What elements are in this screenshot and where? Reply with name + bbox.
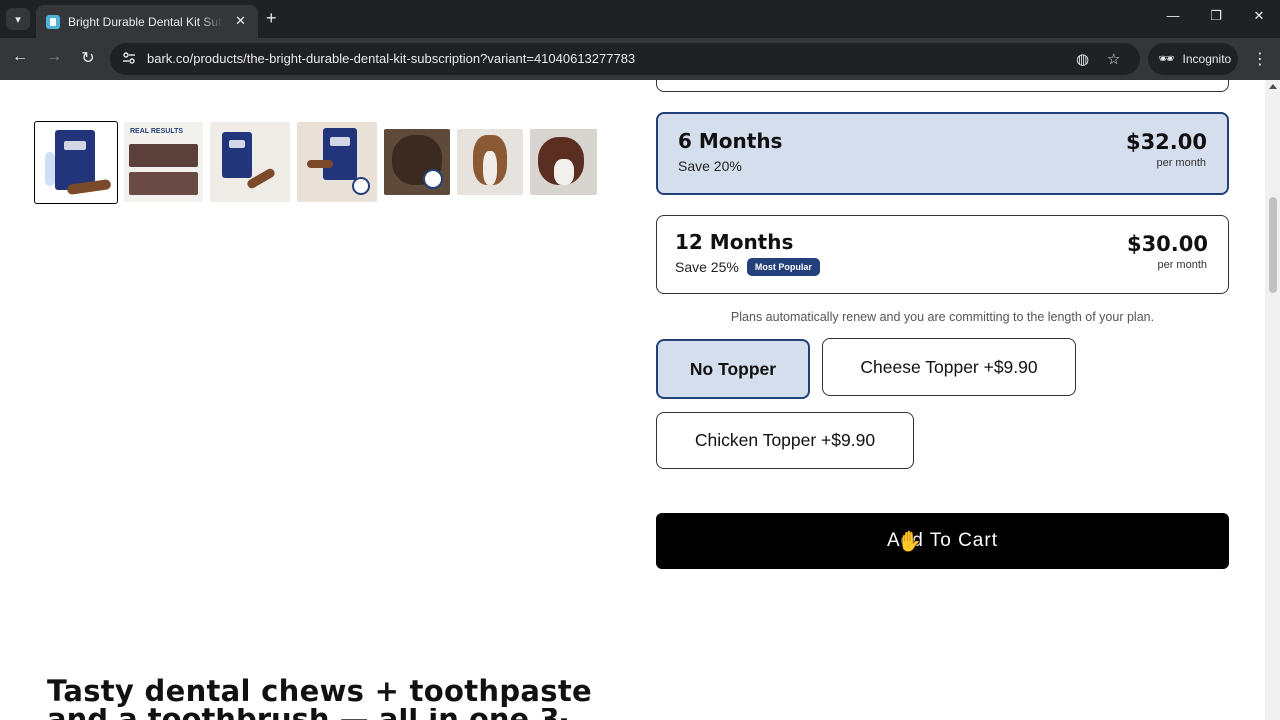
hand-cursor-icon: ✋ (897, 531, 922, 553)
url-text: bark.co/products/the-bright-durable-dent… (147, 51, 636, 66)
browser-tab-active[interactable]: Bright Durable Dental Kit Subscription ✕ (36, 5, 258, 38)
chevron-down-icon: ▾ (15, 13, 21, 26)
plan-name: 12 Months (675, 230, 794, 254)
address-bar[interactable]: bark.co/products/the-bright-durable-dent… (110, 43, 1140, 75)
renewal-notice: Plans automatically renew and you are co… (730, 310, 1155, 324)
new-tab-icon[interactable]: + (266, 8, 277, 28)
thumbnail-2[interactable]: REAL RESULTS (124, 122, 203, 202)
plan-savings: Save 20% (678, 158, 742, 174)
scroll-up-arrow-icon[interactable] (1269, 84, 1277, 89)
tab-search-button[interactable]: ▾ (6, 8, 30, 30)
browser-toolbar: ← → ↻ bark.co/products/the-bright-durabl… (0, 38, 1280, 80)
bookmark-star-icon[interactable]: ☆ (1107, 50, 1120, 68)
most-popular-badge: Most Popular (746, 258, 820, 276)
close-window-icon[interactable]: ✕ (1249, 8, 1269, 24)
kebab-menu-icon[interactable]: ⋮ (1252, 49, 1268, 69)
scrollbar-thumb[interactable] (1269, 197, 1277, 293)
plan-card-previous[interactable] (656, 80, 1229, 92)
topper-label: Cheese Topper +$9.90 (860, 356, 1038, 377)
site-info-icon[interactable] (122, 51, 136, 65)
plan-name: 6 Months (678, 129, 783, 153)
topper-option-chicken[interactable]: Chicken Topper +$9.90 (656, 412, 914, 469)
page-scrollbar[interactable] (1265, 80, 1280, 720)
reload-icon[interactable]: ↻ (77, 48, 99, 68)
thumbnail-2-caption: REAL RESULTS (130, 128, 184, 135)
thumbnail-3[interactable] (210, 122, 290, 202)
tab-strip: ▾ Bright Durable Dental Kit Subscription… (0, 0, 1280, 38)
topper-option-none[interactable]: No Topper (656, 339, 810, 399)
section-headline-line2: and a toothbrush — all in one 3-step (47, 708, 567, 720)
close-tab-icon[interactable]: ✕ (235, 13, 246, 29)
plan-price: $32.00 (1125, 130, 1207, 154)
plan-price-unit: per month (1157, 259, 1207, 271)
topper-label: Chicken Topper +$9.90 (694, 430, 876, 450)
tab-title: Bright Durable Dental Kit Subscription (68, 14, 223, 29)
thumbnail-1[interactable] (34, 121, 118, 204)
section-headline: Tasty dental chews + toothpaste (47, 674, 592, 708)
incognito-label: Incognito (1182, 52, 1232, 66)
eye-off-icon[interactable]: ◍ (1076, 50, 1089, 68)
plan-card-6-months[interactable]: 6 Months Save 20% $32.00 per month (656, 112, 1229, 195)
minimize-icon[interactable]: — (1163, 8, 1183, 23)
topper-label: No Topper (689, 358, 777, 379)
plan-price: $30.00 (1126, 232, 1208, 256)
bark-favicon-icon (46, 14, 60, 29)
thumbnail-6[interactable] (457, 129, 523, 195)
thumbnail-7[interactable] (530, 129, 597, 195)
plan-savings-text: Save 25% (675, 259, 739, 275)
thumbnail-4[interactable] (297, 122, 377, 202)
back-arrow-icon[interactable]: ← (9, 48, 31, 66)
incognito-indicator[interactable]: 🕶 Incognito (1148, 43, 1238, 75)
browser-chrome: ▾ Bright Durable Dental Kit Subscription… (0, 0, 1280, 80)
incognito-icon: 🕶 (1158, 51, 1175, 66)
topper-option-cheese[interactable]: Cheese Topper +$9.90 (822, 338, 1076, 396)
plan-savings: Save 25% Most Popular (675, 258, 820, 276)
thumbnail-5[interactable] (384, 129, 450, 195)
section-headline-line2-text: and a toothbrush — all in one 3-step (47, 708, 567, 720)
forward-arrow-icon[interactable]: → (43, 48, 65, 66)
product-page: REAL RESULTS 6 Months Save 20% $32.00 pe… (0, 80, 1280, 720)
plan-card-12-months[interactable]: 12 Months Save 25% Most Popular $30.00 p… (656, 215, 1229, 294)
restore-icon[interactable]: ❐ (1206, 8, 1226, 24)
plan-price-unit: per month (1156, 157, 1206, 169)
plan-savings-text: Save 20% (678, 158, 742, 174)
add-to-cart-button[interactable]: Add To Cart (656, 513, 1229, 569)
